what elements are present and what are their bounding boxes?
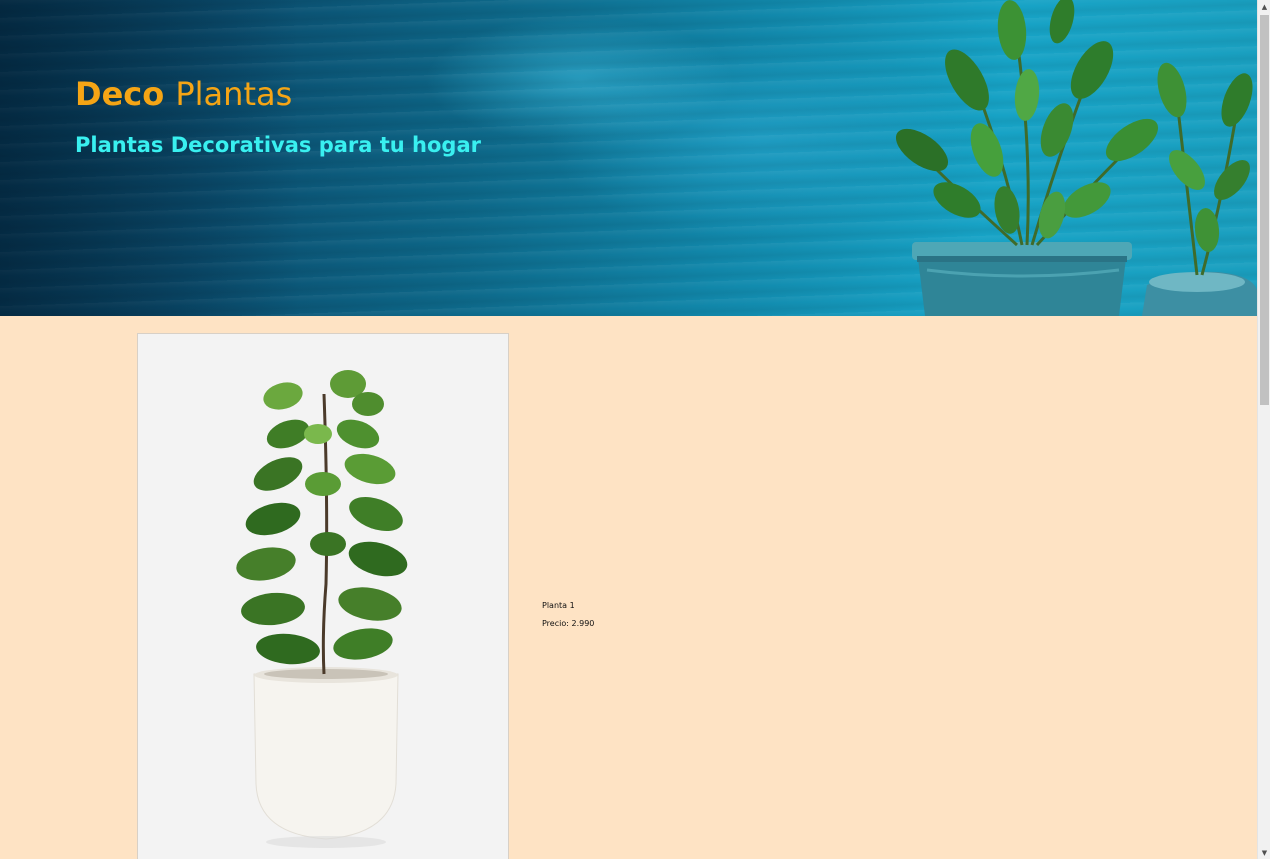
vertical-scrollbar[interactable]: ▲ ▼ [1257,0,1270,859]
site-title: Deco Plantas [75,74,292,114]
fiddle-leaf-fig-plant-image [138,334,508,859]
site-tagline: Plantas Decorativas para tu hogar [75,133,481,157]
potted-plants-image [895,0,1257,316]
scroll-up-arrow-icon[interactable]: ▲ [1258,0,1270,13]
site-title-part-1: Deco [75,75,165,113]
product-info: Planta 1 Precio: 2.990 [542,597,594,633]
product-name: Planta 1 [542,601,575,610]
scrollbar-thumb[interactable] [1260,15,1269,405]
product-card[interactable] [137,333,509,859]
hero-banner: Deco Plantas Plantas Decorativas para tu… [0,0,1257,316]
site-title-part-2: Plantas [175,75,293,113]
product-price: Precio: 2.990 [542,619,595,628]
scroll-down-arrow-icon[interactable]: ▼ [1258,846,1270,859]
